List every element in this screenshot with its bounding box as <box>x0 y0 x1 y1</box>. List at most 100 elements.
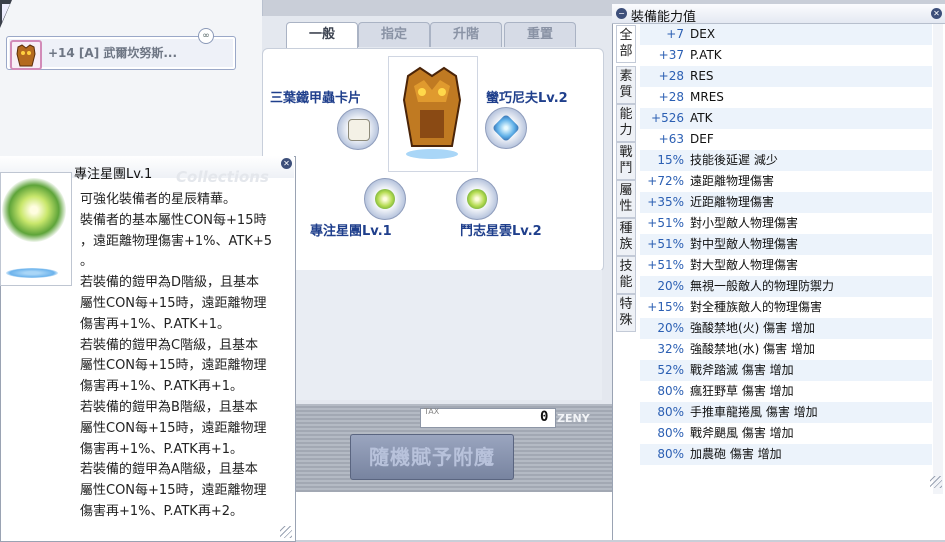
description-line: 屬性CON每+15時，遠距離物理 <box>80 483 267 499</box>
tooltip-title: 專注星團Lv.1 <box>74 167 153 182</box>
stat-value: +28 <box>658 90 684 104</box>
stat-row: +37 P.ATK <box>640 45 932 66</box>
close-icon[interactable]: ✕ <box>281 158 292 169</box>
stat-name: MRES <box>690 90 724 104</box>
enchant-slot-bottom-left[interactable] <box>364 178 406 220</box>
close-icon[interactable]: ✕ <box>931 8 942 19</box>
tab-reset[interactable]: 重置 <box>504 22 576 47</box>
description-line: 。 <box>80 254 94 270</box>
tab-upgrade[interactable]: 升階 <box>430 22 502 47</box>
tooltip-watermark: Collections <box>176 168 269 186</box>
stat-name: 強酸禁地(水) 傷害 增加 <box>690 342 815 356</box>
link-icon[interactable]: ∞ <box>198 28 214 44</box>
stat-value: 80% <box>657 447 684 461</box>
stat-name: 瘋狂野草 傷害 增加 <box>690 384 794 398</box>
stat-row: 80% 加農砲 傷害 增加 <box>640 444 932 465</box>
stat-row: 32% 強酸禁地(水) 傷害 增加 <box>640 339 932 360</box>
stat-value: +526 <box>651 111 684 125</box>
stat-value: +51% <box>647 216 684 230</box>
stat-row: +51% 對小型敵人物理傷害 <box>640 213 932 234</box>
stat-name: 加農砲 傷害 增加 <box>690 447 782 461</box>
slot-label-bottom-left: 專注星團Lv.1 <box>310 224 392 239</box>
stat-name: P.ATK <box>690 48 722 62</box>
description-line: 傷害再+1%、P.ATK再+1。 <box>80 379 243 395</box>
description-line: 傷害再+1%、P.ATK再+2。 <box>80 503 243 519</box>
stat-row: 80% 戰斧颶風 傷害 增加 <box>640 423 932 444</box>
random-enchant-button[interactable]: 隨機賦予附魔 <box>350 434 514 480</box>
stat-name: 對小型敵人物理傷害 <box>690 216 799 230</box>
description-line: 屬性CON每+15時，遠距離物理 <box>80 358 267 374</box>
tab-general[interactable]: 一般 <box>286 22 358 49</box>
stat-row: +7 DEX <box>640 24 932 45</box>
description-line: 屬性CON每+15時，遠距離物理 <box>80 420 267 436</box>
stat-row: +51% 對大型敵人物理傷害 <box>640 255 932 276</box>
tax-field <box>420 408 556 428</box>
stats-tab-abilities[interactable]: 能力 <box>616 104 636 142</box>
stat-value: 52% <box>657 363 684 377</box>
enchant-slot-bottom-right[interactable] <box>456 178 498 220</box>
stat-value: +72% <box>647 174 684 188</box>
tab-specific[interactable]: 指定 <box>358 22 430 47</box>
armor-preview-icon <box>398 62 466 162</box>
stat-row: +15% 對全種族敵人的物理傷害 <box>640 297 932 318</box>
description-line: 裝備者的基本屬性CON每+15時 <box>80 212 267 228</box>
slot-label-bottom-right: 鬥志星雲Lv.2 <box>460 224 542 239</box>
slot-label-top-right: 蠻巧尼夫Lv.2 <box>486 91 568 106</box>
crystal-icon <box>491 113 521 143</box>
stat-value: +51% <box>647 237 684 251</box>
stat-name: 對大型敵人物理傷害 <box>690 258 799 272</box>
stats-scrollbar[interactable] <box>933 24 943 494</box>
stats-tab-race[interactable]: 種族 <box>616 218 636 256</box>
card-slot-top-left[interactable] <box>337 108 379 150</box>
description-line: 若裝備的鎧甲為B階級，且基本 <box>80 399 258 415</box>
enchant-slot-footer <box>262 270 602 400</box>
description-line: 可強化裝備者的星辰精華。 <box>80 192 237 207</box>
enchant-slot-top-right[interactable] <box>485 107 527 149</box>
empty-area <box>296 492 614 540</box>
stat-row: +28 RES <box>640 66 932 87</box>
stat-name: 遠距離物理傷害 <box>690 174 775 188</box>
stat-row: +72% 遠距離物理傷害 <box>640 171 932 192</box>
stat-value: 32% <box>657 342 684 356</box>
stats-panel-title: 裝備能力值 <box>631 10 697 25</box>
stat-value: 80% <box>657 426 684 440</box>
stat-name: DEF <box>690 132 714 146</box>
stats-tab-all[interactable]: 全部 <box>616 25 636 63</box>
equip-panel <box>0 0 263 160</box>
stat-name: 戰斧颶風 傷害 增加 <box>690 426 794 440</box>
resize-grip-icon[interactable] <box>280 526 292 538</box>
tax-value: 0 <box>540 409 549 425</box>
stat-value: 80% <box>657 405 684 419</box>
description-line: 傷害再+1%、P.ATK+1。 <box>80 316 230 332</box>
description-line: 傷害再+1%、P.ATK再+1。 <box>80 441 243 457</box>
stats-tab-combat[interactable]: 戰鬥 <box>616 142 636 180</box>
stat-row: 15% 技能後延遲 減少 <box>640 150 932 171</box>
description-line: 屬性CON每+15時，遠距離物理 <box>80 295 267 311</box>
stat-name: 無視一般敵人的物理防禦力 <box>690 279 835 293</box>
stat-row: +63 DEF <box>640 129 932 150</box>
stat-value: +7 <box>666 27 684 41</box>
stats-tab-attributes[interactable]: 素質 <box>616 66 636 104</box>
stats-tab-special[interactable]: 特殊 <box>616 294 636 332</box>
stat-row: +28 MRES <box>640 87 932 108</box>
tax-label: TAX <box>424 407 440 416</box>
stat-value: +15% <box>647 300 684 314</box>
stat-row: 20% 強酸禁地(火) 傷害 增加 <box>640 318 932 339</box>
minimize-icon[interactable]: − <box>616 8 627 19</box>
stat-name: RES <box>690 69 714 83</box>
enchant-tab-bar: 一般 指定 升階 重置 <box>282 22 582 49</box>
stat-row: 80% 瘋狂野草 傷害 增加 <box>640 381 932 402</box>
equipped-item-name: +14 [A] 武爾坎努斯... <box>48 46 178 60</box>
stat-row: 20% 無視一般敵人的物理防禦力 <box>640 276 932 297</box>
description-line: 若裝備的鎧甲為A階級，且基本 <box>80 462 258 478</box>
stat-name: 強酸禁地(火) 傷害 增加 <box>690 321 815 335</box>
stats-tab-skill[interactable]: 技能 <box>616 256 636 294</box>
stat-value: +63 <box>658 132 684 146</box>
resize-grip-icon[interactable] <box>930 476 942 488</box>
zeny-label: ZENY <box>557 412 590 425</box>
slot-label-top-left: 三葉鐵甲蟲卡片 <box>270 91 362 106</box>
stat-row: 80% 手推車龍捲風 傷害 增加 <box>640 402 932 423</box>
stat-value: 15% <box>657 153 684 167</box>
stats-tab-element[interactable]: 屬性 <box>616 180 636 218</box>
stat-value: 20% <box>657 279 684 293</box>
